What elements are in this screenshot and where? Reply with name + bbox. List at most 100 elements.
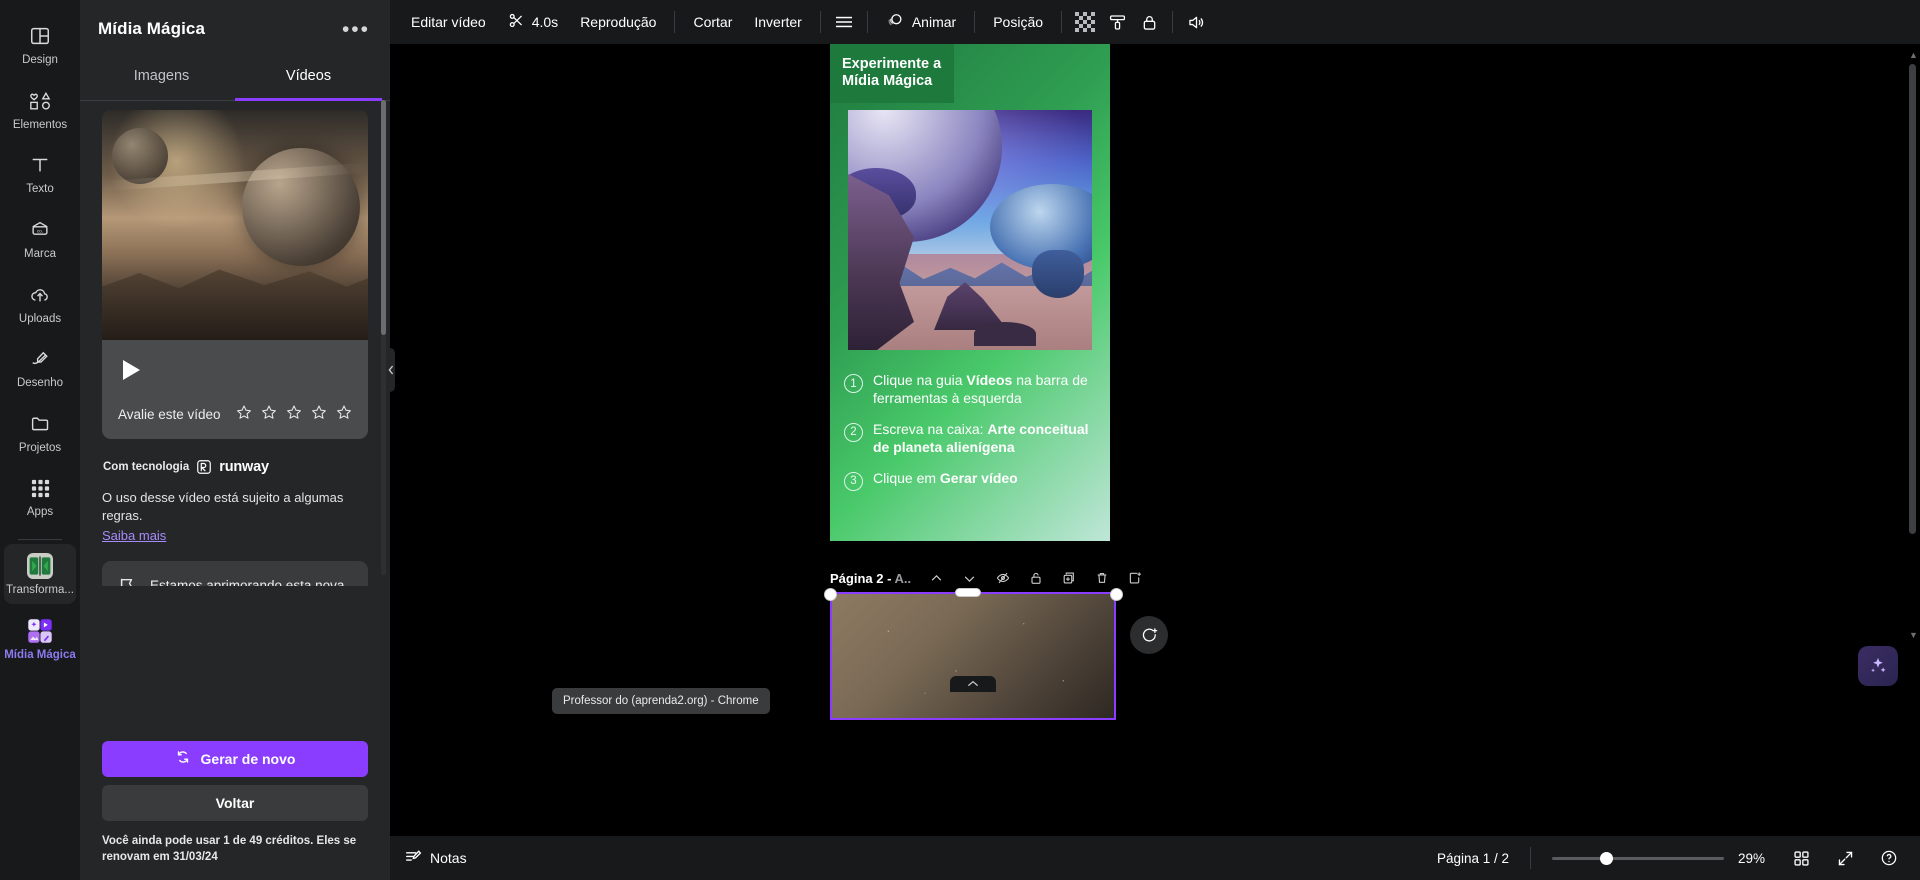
rate-label: Avalie este vídeo [118,407,221,422]
zoom-level: 29% [1738,850,1766,866]
zoom-slider[interactable] [1552,851,1724,865]
sidebar-item-apps[interactable]: Apps [4,466,76,526]
playback-button[interactable]: Reprodução [569,7,667,37]
feedback-box[interactable]: Estamos aprimorando esta nova tecnologia… [102,561,368,586]
generate-again-button[interactable]: Gerar de novo [102,740,368,777]
paint-roller-icon[interactable] [1101,7,1133,37]
sidebar-item-label: Apps [26,506,54,519]
star-icon[interactable] [336,404,352,425]
add-page-icon[interactable] [1119,564,1150,592]
animate-button[interactable]: Animar [875,7,967,37]
resize-handle-top-right[interactable] [1110,588,1123,601]
transformar-app-icon [27,553,53,580]
learn-more-link[interactable]: Saiba mais [102,528,166,543]
star-icon[interactable] [236,404,252,425]
page2-dust-overlay [832,594,1114,718]
sidebar-item-label: Design [22,54,58,66]
rating-row: Avalie este vídeo [118,404,352,425]
canvas-scrollbar[interactable]: ▲ ▼ [1909,50,1918,640]
position-button[interactable]: Posição [982,7,1054,37]
tab-videos[interactable]: Vídeos [235,58,382,101]
scroll-up-arrow[interactable]: ▲ [1909,50,1918,60]
sidebar-item-design[interactable]: Design [4,14,76,74]
flag-icon [118,576,136,586]
video-thumbnail[interactable] [102,110,368,340]
resize-handle-top-center[interactable] [955,588,981,597]
list-item: 2 Escreva na caixa: Arte conceitual de p… [844,421,1096,457]
video-card-body: Avalie este vídeo [102,340,368,439]
tab-imagens[interactable]: Imagens [88,58,235,101]
notes-label: Notas [430,850,467,866]
panel-scrollbar[interactable] [381,100,386,575]
duration-label: 4.0s [531,14,559,30]
sidebar-item-uploads[interactable]: Uploads [4,273,76,333]
zoom-slider-track[interactable] [1552,856,1724,860]
grid-view-icon[interactable] [1786,843,1816,873]
star-icon[interactable] [311,404,327,425]
sidebar-item-midia-magica[interactable]: Mídia Mágica [4,609,76,669]
magic-assistant-button[interactable] [1858,646,1898,686]
comment-add-button[interactable] [1130,616,1168,654]
zoom-slider-knob[interactable] [1600,851,1613,865]
volume-icon[interactable] [1180,7,1212,37]
design-steps-list: 1 Clique na guia Vídeos na barra de ferr… [830,372,1110,504]
duration-button[interactable]: 4.0s [497,7,569,37]
usage-rules-text: O uso desse vídeo está sujeito a algumas… [102,490,344,523]
step-number: 2 [844,422,863,442]
runway-brand-label: runway [219,459,269,475]
toolbar-divider [1172,11,1174,33]
sidebar-item-desenho[interactable]: Desenho [4,337,76,397]
resize-handle-top-left[interactable] [824,588,837,601]
sidebar-item-elementos[interactable]: Elementos [4,79,76,139]
lock-icon[interactable] [1133,7,1165,37]
duplicate-page-icon[interactable] [1053,564,1084,592]
video-result-card[interactable]: Avalie este vídeo [102,110,368,439]
lock-page-icon[interactable] [1020,564,1051,592]
design-page-2[interactable] [830,592,1116,720]
design-canvas[interactable]: Experimente a Mídia Mágica 1 Clique na g… [390,44,1920,836]
sidebar-item-label: Desenho [16,377,64,390]
sidebar-item-marca[interactable]: co. Marca [4,208,76,268]
fullscreen-icon[interactable] [1830,843,1860,873]
page-name-label[interactable]: Página 2 - A.. [830,571,911,586]
list-item: 3 Clique em Gerar vídeo [844,470,1096,491]
top-toolbar: Editar vídeo 4.0s Reprodução Cortar Inve… [390,0,1920,44]
image-rock-small [974,322,1036,346]
generate-again-label: Gerar de novo [200,750,296,767]
sidebar-item-texto[interactable]: Texto [4,143,76,203]
timeline-expand-button[interactable] [950,676,996,692]
help-icon[interactable] [1874,843,1904,873]
draw-icon [27,346,53,372]
hide-page-icon[interactable] [987,564,1018,592]
sidebar-item-label: Uploads [18,312,62,325]
design-page-1[interactable]: Experimente a Mídia Mágica 1 Clique na g… [830,44,1110,541]
star-rating[interactable] [236,404,352,425]
powered-by-row: Com tecnologia runway [103,459,368,475]
sidebar-item-label: Texto [26,183,54,196]
move-up-icon[interactable] [921,564,952,592]
page-name-dim: A.. [894,570,912,586]
panel-more-button[interactable]: ••• [338,19,374,40]
crop-button[interactable]: Cortar [682,7,743,37]
sidebar-item-projetos[interactable]: Projetos [4,402,76,462]
align-lines-icon[interactable] [828,7,860,37]
notes-button[interactable]: Notas [390,843,477,873]
play-icon[interactable] [123,360,140,380]
magic-media-app-icon [27,617,53,644]
panel-scrollbar-thumb[interactable] [381,100,386,335]
edit-video-button[interactable]: Editar vídeo [400,7,497,37]
back-button[interactable]: Voltar [102,784,368,821]
scissors-icon [508,12,525,32]
alien-planet-image[interactable] [848,110,1092,350]
collapse-panel-button[interactable] [386,348,395,392]
refresh-icon [175,749,191,768]
sidebar-item-label: Elementos [12,118,68,131]
flip-button[interactable]: Inverter [743,7,812,37]
star-icon[interactable] [286,404,302,425]
canvas-scrollbar-thumb[interactable] [1909,64,1916,534]
scroll-down-arrow[interactable]: ▼ [1909,630,1918,640]
transparency-icon[interactable] [1069,7,1101,37]
star-icon[interactable] [261,404,277,425]
text-icon [27,152,53,178]
sidebar-item-transformar[interactable]: Transforma... [4,544,76,604]
